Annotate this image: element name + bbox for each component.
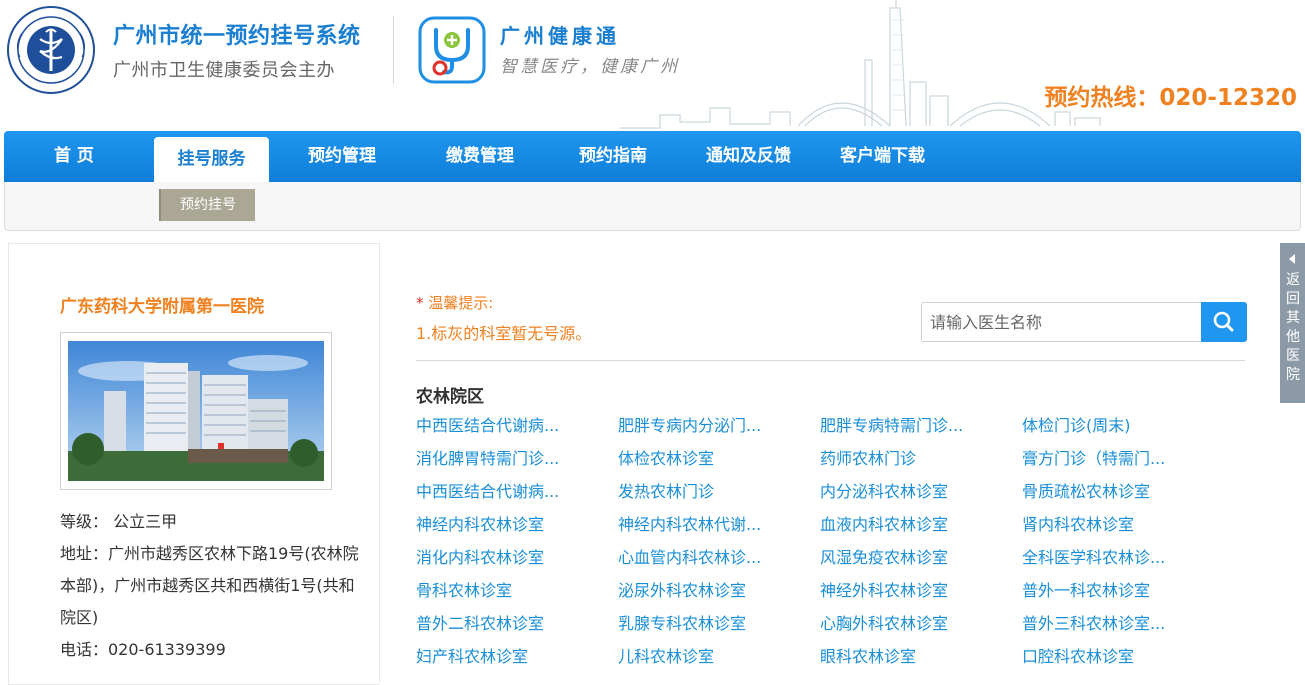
- department-link[interactable]: 普外三科农林诊室...: [1022, 610, 1165, 634]
- hospital-photo: [60, 332, 332, 490]
- section-divider: [416, 360, 1245, 361]
- department-link[interactable]: 眼科农林诊室: [820, 643, 916, 667]
- department-panel: * 温馨提示: 1.标灰的科室暂无号源。 农林院区 中西医结合代谢病... 肥胖…: [379, 243, 1280, 683]
- department-link[interactable]: 心血管内科农林诊...: [618, 544, 761, 568]
- doctor-search-box: [921, 302, 1247, 342]
- department-link[interactable]: 膏方门诊（特需门...: [1022, 445, 1165, 469]
- department-link[interactable]: 心胸外科农林诊室: [820, 610, 948, 634]
- department-link[interactable]: 普外一科农林诊室: [1022, 577, 1150, 601]
- department-link[interactable]: 中西医结合代谢病...: [416, 412, 559, 436]
- department-link[interactable]: 骨科农林诊室: [416, 577, 512, 601]
- department-link[interactable]: 神经内科农林代谢...: [618, 511, 761, 535]
- department-link[interactable]: 肾内科农林诊室: [1022, 511, 1134, 535]
- page-header: 广州市统一预约挂号系统 广州市卫生健康委员会主办 广州健康通 智慧医疗，健康广州…: [0, 0, 1305, 131]
- department-link[interactable]: 泌尿外科农林诊室: [618, 577, 746, 601]
- tip-title: * 温馨提示:: [416, 292, 493, 313]
- return-other-hospitals-tab[interactable]: 返回其他医院: [1280, 243, 1305, 403]
- department-link[interactable]: 内分泌科农林诊室: [820, 478, 948, 502]
- tip-title-text: 温馨提示:: [428, 294, 494, 312]
- department-link[interactable]: 口腔科农林诊室: [1022, 643, 1134, 667]
- department-link[interactable]: 消化内科农林诊室: [416, 544, 544, 568]
- chevron-left-icon: [1289, 254, 1295, 264]
- department-link[interactable]: 体检门诊(周末): [1022, 412, 1131, 436]
- doctor-search-input[interactable]: [922, 303, 1208, 341]
- nav-item-notice-feedback[interactable]: 通知及反馈: [706, 131, 791, 182]
- department-link[interactable]: 风湿免疫农林诊室: [820, 544, 948, 568]
- department-link[interactable]: 神经外科农林诊室: [820, 577, 948, 601]
- department-link[interactable]: 肥胖专病特需门诊...: [820, 412, 963, 436]
- nav-item-appointment-management[interactable]: 预约管理: [308, 131, 376, 182]
- nav-item-registration-service[interactable]: 挂号服务: [154, 137, 269, 182]
- system-title: 广州市统一预约挂号系统: [113, 24, 361, 49]
- nav-item-payment-management[interactable]: 缴费管理: [446, 131, 514, 182]
- department-link[interactable]: 血液内科农林诊室: [820, 511, 948, 535]
- health-brand-slogan: 智慧医疗，健康广州: [500, 57, 680, 77]
- header-divider: [393, 16, 394, 84]
- department-link[interactable]: 妇产科农林诊室: [416, 643, 528, 667]
- department-link[interactable]: 体检农林诊室: [618, 445, 714, 469]
- department-link[interactable]: 发热农林门诊: [618, 478, 714, 502]
- search-icon: [1213, 311, 1234, 332]
- search-button[interactable]: [1201, 302, 1247, 342]
- department-link[interactable]: 骨质疏松农林诊室: [1022, 478, 1150, 502]
- health-brand-name: 广州健康通: [500, 24, 620, 48]
- system-subtitle: 广州市卫生健康委员会主办: [113, 60, 335, 81]
- department-link[interactable]: 中西医结合代谢病...: [416, 478, 559, 502]
- department-link[interactable]: 乳腺专科农林诊室: [618, 610, 746, 634]
- department-link[interactable]: 肥胖专病内分泌门...: [618, 412, 761, 436]
- department-link[interactable]: 药师农林门诊: [820, 445, 916, 469]
- sub-nav: 预约挂号: [4, 182, 1301, 231]
- department-link[interactable]: 普外二科农林诊室: [416, 610, 544, 634]
- main-nav: 首 页 挂号服务 预约管理 缴费管理 预约指南 通知及反馈 客户端下载: [4, 131, 1301, 182]
- hospital-building-image: [68, 341, 324, 481]
- tip-line: 1.标灰的科室暂无号源。: [416, 324, 592, 343]
- subnav-item-appointment-registration[interactable]: 预约挂号: [159, 189, 255, 221]
- hospital-info-panel: 广东药科大学附属第一医院 等级： 公立三甲 地址：广州市越秀区农林下路19号(农…: [8, 243, 379, 685]
- department-link[interactable]: 神经内科农林诊室: [416, 511, 544, 535]
- department-link[interactable]: 全科医学科农林诊...: [1022, 544, 1165, 568]
- nav-item-appointment-guide[interactable]: 预约指南: [579, 131, 647, 182]
- hospital-name[interactable]: 广东药科大学附属第一医院: [60, 292, 264, 317]
- nav-item-client-download[interactable]: 客户端下载: [840, 131, 925, 182]
- nav-item-home[interactable]: 首 页: [54, 131, 94, 182]
- guangzhou-health-logo-icon: [418, 16, 486, 84]
- hospital-grade: 等级： 公立三甲: [60, 512, 178, 531]
- campus-title: 农林院区: [416, 387, 484, 407]
- department-link[interactable]: 消化脾胃特需门诊...: [416, 445, 559, 469]
- hospital-address: 地址：广州市越秀区农林下路19号(农林院本部)，广州市越秀区共和西横街1号(共和…: [60, 544, 359, 627]
- required-star: *: [416, 294, 424, 312]
- health-commission-emblem-icon: [7, 6, 95, 94]
- side-tab-label: 返回其他医院: [1286, 272, 1300, 383]
- hotline: 预约热线：020-12320: [1044, 85, 1297, 111]
- hospital-phone: 电话：020-61339399: [60, 640, 226, 659]
- department-link[interactable]: 儿科农林诊室: [618, 643, 714, 667]
